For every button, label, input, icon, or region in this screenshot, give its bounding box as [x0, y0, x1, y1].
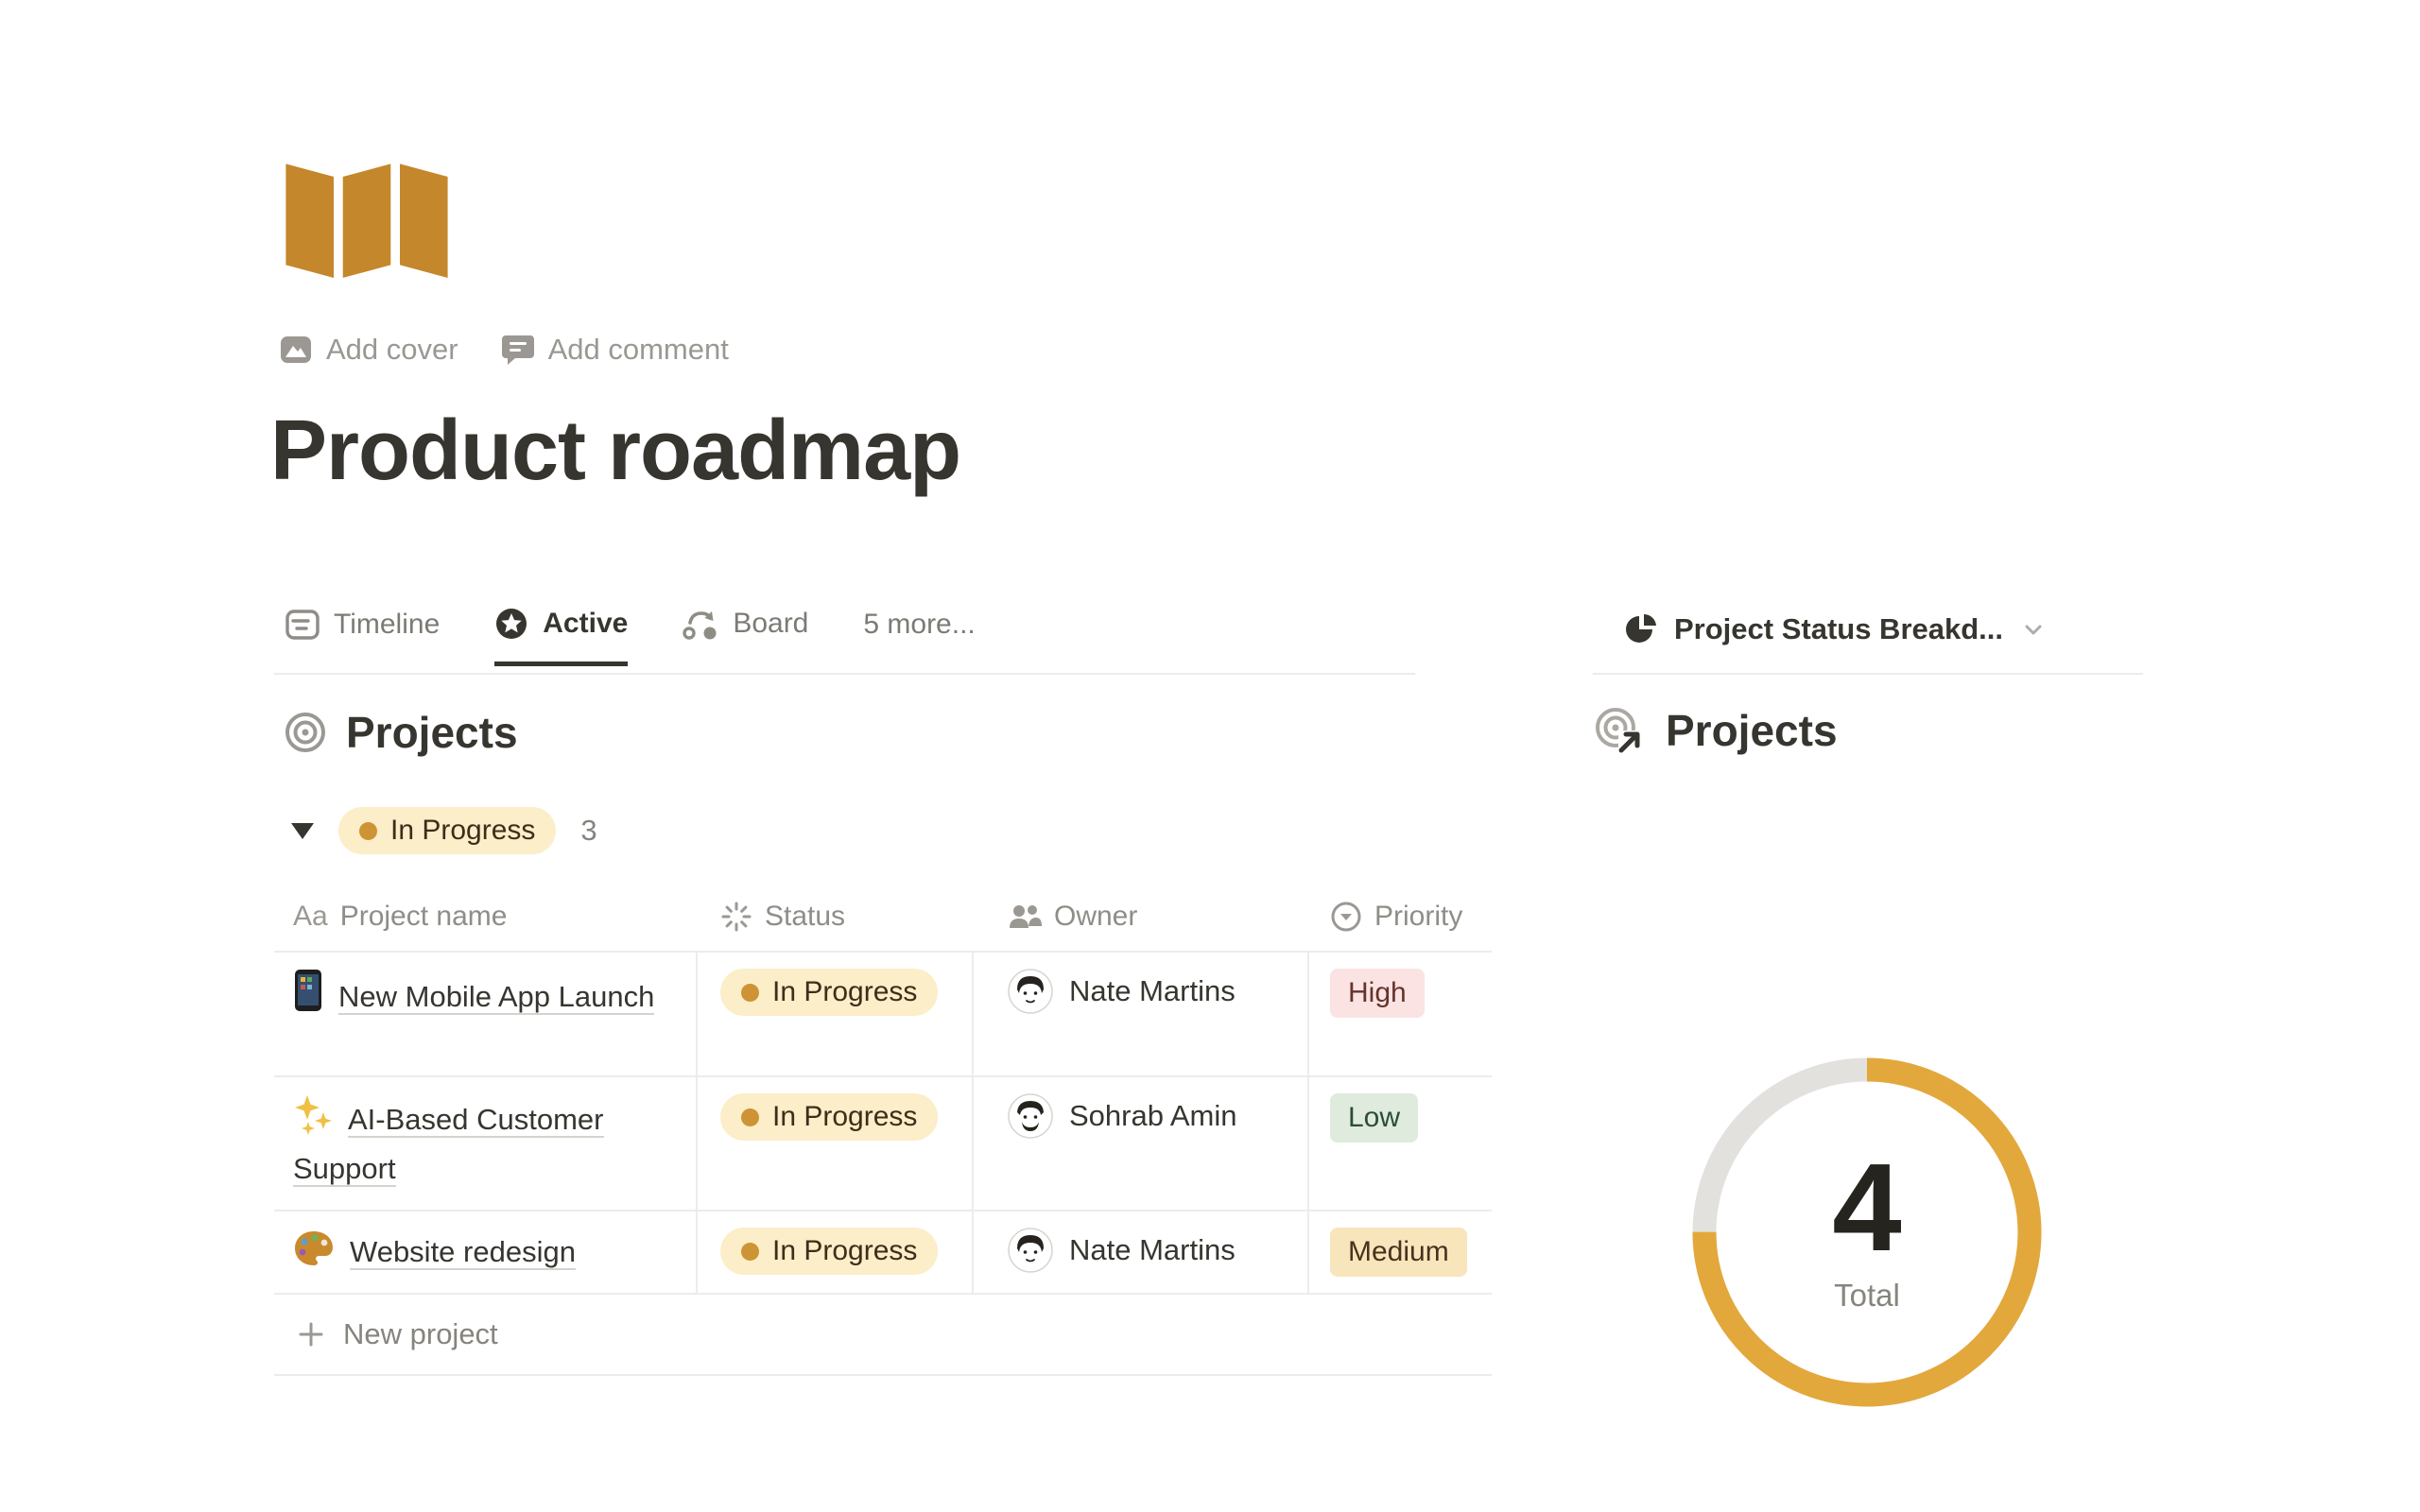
group-header: In Progress 3	[291, 807, 597, 854]
project-link[interactable]: New Mobile App Launch	[338, 980, 654, 1015]
add-cover-button[interactable]: Add cover	[280, 333, 458, 367]
projects-heading: Projects	[284, 707, 518, 758]
projects-linked-heading-label[interactable]: Projects	[1666, 705, 1838, 756]
priority-icon	[1330, 901, 1362, 933]
add-cover-label: Add cover	[326, 333, 458, 367]
cell-owner[interactable]: Nate Martins	[974, 1211, 1309, 1293]
project-link[interactable]: Website redesign	[350, 1235, 576, 1270]
cell-project-name[interactable]: Website redesign	[274, 1211, 698, 1293]
tab-more-label: 5 more...	[863, 609, 975, 641]
table-row: Website redesign In Progress	[274, 1210, 1492, 1293]
projects-heading-label[interactable]: Projects	[346, 707, 518, 758]
priority-tag: High	[1330, 969, 1425, 1018]
column-header-owner[interactable]: Owner	[974, 883, 1309, 951]
column-header-project-name[interactable]: Aa Project name	[274, 883, 698, 951]
column-label-owner: Owner	[1054, 901, 1137, 933]
new-project-label: New project	[343, 1317, 498, 1351]
target-icon	[284, 711, 327, 754]
status-dot-icon	[359, 822, 377, 840]
page-title: Product roadmap	[270, 403, 960, 500]
star-circle-icon	[494, 607, 528, 641]
pie-chart-icon	[1624, 612, 1658, 646]
group-status-pill[interactable]: In Progress	[338, 807, 556, 854]
projects-linked-heading: Projects	[1594, 705, 1838, 756]
tab-more[interactable]: 5 more...	[863, 609, 975, 666]
tab-board-label: Board	[733, 608, 808, 640]
status-dot-icon	[741, 984, 759, 1002]
column-label-priority: Priority	[1374, 901, 1462, 933]
timeline-icon	[285, 610, 320, 640]
view-tabs: Timeline Active Board	[285, 607, 976, 666]
tabs-divider-left	[274, 673, 1415, 675]
notion-page: Add cover Add comment Product roadmap	[0, 0, 2420, 1512]
comment-icon	[502, 334, 534, 366]
new-project-button[interactable]: New project	[274, 1293, 1492, 1376]
tab-active-label: Active	[543, 608, 628, 640]
people-icon	[1008, 902, 1042, 932]
tab-timeline-label: Timeline	[334, 609, 440, 641]
table-row: New Mobile App Launch In Progress	[274, 951, 1492, 1075]
add-comment-button[interactable]: Add comment	[502, 333, 729, 367]
sparkles-emoji	[293, 1093, 333, 1135]
avatar-nate-martins	[1008, 1228, 1053, 1273]
mobile-phone-emoji	[293, 969, 323, 1012]
donut-total-value: 4	[1678, 1145, 2056, 1270]
cell-owner[interactable]: Nate Martins	[974, 953, 1309, 1075]
plus-icon	[297, 1320, 325, 1349]
status-label: In Progress	[772, 976, 917, 1008]
status-label: In Progress	[772, 1235, 917, 1267]
avatar-sohrab-amin	[1008, 1093, 1053, 1139]
avatar-nate-martins	[1008, 969, 1053, 1014]
priority-tag: Medium	[1330, 1228, 1467, 1277]
group-status-label: In Progress	[390, 815, 535, 847]
donut-total-label: Total	[1678, 1278, 2056, 1314]
triangle-down-icon[interactable]	[291, 823, 314, 839]
chart-tab-label: Project Status Breakd...	[1674, 612, 2003, 646]
priority-tag: Low	[1330, 1093, 1418, 1143]
page-emoji-map-icon[interactable]	[284, 144, 450, 278]
add-comment-label: Add comment	[548, 333, 729, 367]
cell-priority[interactable]: Medium	[1309, 1211, 1492, 1293]
cell-project-name[interactable]: New Mobile App Launch	[274, 953, 698, 1075]
board-icon	[683, 607, 718, 641]
owner-name: Nate Martins	[1069, 1233, 1236, 1267]
column-header-priority[interactable]: Priority	[1309, 883, 1492, 951]
target-arrow-icon	[1594, 706, 1647, 755]
chevron-down-icon[interactable]	[2019, 615, 2048, 644]
cell-priority[interactable]: Low	[1309, 1077, 1492, 1210]
tabs-divider-right	[1593, 673, 2143, 675]
status-dot-icon	[741, 1243, 759, 1261]
status-label: In Progress	[772, 1101, 917, 1133]
page-actions: Add cover Add comment	[280, 333, 729, 367]
status-spinner-icon	[720, 901, 752, 933]
cell-priority[interactable]: High	[1309, 953, 1492, 1075]
table-row: AI-Based Customer Support In Progress	[274, 1075, 1492, 1210]
table-header-row: Aa Project name Status	[274, 883, 1492, 951]
cell-status[interactable]: In Progress	[698, 1077, 974, 1210]
cell-project-name[interactable]: AI-Based Customer Support	[274, 1077, 698, 1210]
cell-status[interactable]: In Progress	[698, 953, 974, 1075]
column-label-status: Status	[765, 901, 845, 933]
tab-board[interactable]: Board	[683, 607, 808, 666]
tab-timeline[interactable]: Timeline	[285, 609, 440, 666]
image-icon	[280, 334, 312, 366]
owner-name: Sohrab Amin	[1069, 1099, 1237, 1133]
project-link[interactable]: AI-Based Customer Support	[293, 1103, 604, 1187]
tab-active[interactable]: Active	[494, 607, 628, 666]
palette-emoji	[293, 1229, 335, 1267]
cell-status[interactable]: In Progress	[698, 1211, 974, 1293]
column-label-project-name: Project name	[340, 901, 508, 933]
text-icon: Aa	[293, 901, 328, 933]
column-header-status[interactable]: Status	[698, 883, 974, 951]
status-dot-icon	[741, 1108, 759, 1126]
chart-view-tab[interactable]: Project Status Breakd...	[1624, 612, 2048, 646]
group-count: 3	[580, 814, 596, 848]
owner-name: Nate Martins	[1069, 974, 1236, 1008]
projects-table: Aa Project name Status	[274, 883, 1492, 1376]
cell-owner[interactable]: Sohrab Amin	[974, 1077, 1309, 1210]
